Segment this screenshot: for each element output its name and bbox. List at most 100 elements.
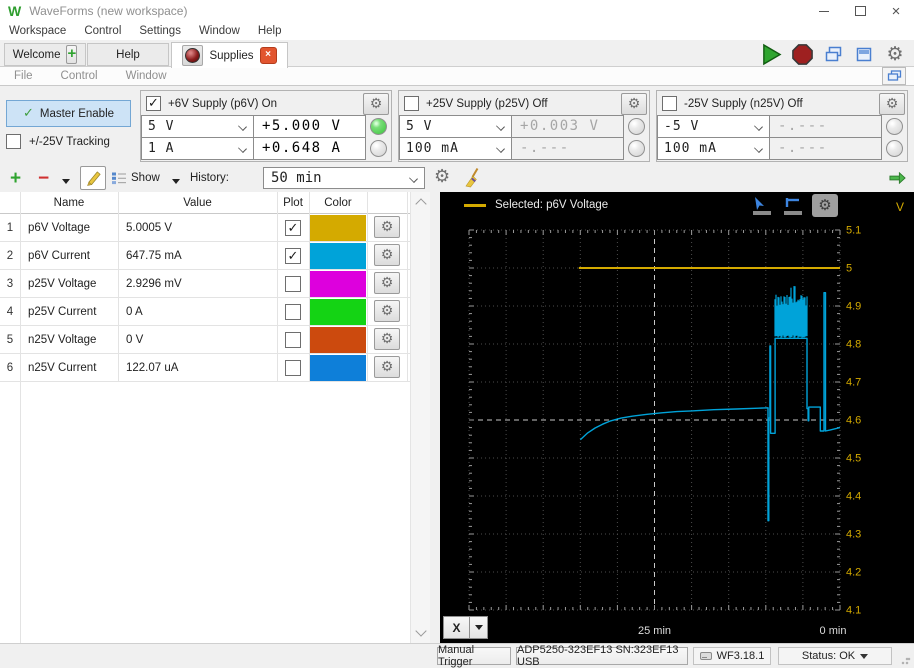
- hold-cursor-button[interactable]: [781, 195, 805, 217]
- instrument-menu-item-control[interactable]: Control: [47, 70, 112, 82]
- history-label: History:: [190, 172, 229, 184]
- channel-settings-button[interactable]: ⚙: [374, 216, 400, 238]
- channel-value: 2.9296 mV: [126, 270, 182, 298]
- tab-welcome[interactable]: Welcome +: [4, 43, 86, 66]
- tab-supplies[interactable]: Supplies ×: [171, 42, 288, 68]
- remove-channel-button[interactable]: −: [38, 168, 49, 190]
- chevron-down-icon: [754, 122, 763, 131]
- clear-history-button[interactable]: [463, 167, 484, 191]
- channel-color-swatch[interactable]: [310, 215, 366, 241]
- channel-color-swatch[interactable]: [310, 355, 366, 381]
- resize-grip[interactable]: [901, 655, 911, 665]
- supply-led-indicator: [628, 118, 645, 135]
- edit-button[interactable]: [80, 166, 106, 190]
- x-axis-button[interactable]: X: [443, 616, 470, 639]
- channel-settings-button[interactable]: ⚙: [374, 272, 400, 294]
- manual-trigger-button[interactable]: Manual Trigger: [437, 647, 511, 665]
- status-bar: Manual Trigger ADP5250-323EF13 SN:323EF1…: [0, 643, 914, 668]
- scroll-up-icon[interactable]: [415, 198, 426, 209]
- chevron-down-icon: [238, 122, 247, 131]
- version-panel: WF3.18.1: [693, 647, 771, 665]
- float-window-button[interactable]: [882, 67, 906, 85]
- supply-enable-checkbox[interactable]: [662, 96, 677, 111]
- stop-button[interactable]: [789, 43, 815, 66]
- remove-options-caret-icon[interactable]: [62, 179, 70, 184]
- plot-settings-button[interactable]: ⚙: [434, 168, 450, 186]
- row-index: 3: [0, 270, 20, 298]
- master-enable-button[interactable]: ✓ Master Enable: [6, 100, 131, 127]
- menu-item-help[interactable]: Help: [249, 25, 291, 37]
- supply-setting-select[interactable]: -5 V: [657, 115, 770, 138]
- supply-readout: -.---: [770, 137, 882, 160]
- x-axis-caret-button[interactable]: [469, 616, 488, 639]
- supply-setting-select[interactable]: 5 V: [141, 115, 254, 138]
- instrument-menu-item-window[interactable]: Window: [112, 70, 181, 82]
- status-dropdown[interactable]: Status: OK: [778, 647, 892, 665]
- cascade-windows-button[interactable]: [820, 43, 846, 66]
- menu-item-control[interactable]: Control: [75, 25, 130, 37]
- supply-setting-select[interactable]: 100 mA: [399, 137, 512, 160]
- maximize-button[interactable]: [842, 0, 878, 22]
- plot-checkbox[interactable]: ✓: [285, 248, 301, 264]
- channel-color-swatch[interactable]: [310, 271, 366, 297]
- tab-help[interactable]: Help: [87, 43, 169, 66]
- menu-item-settings[interactable]: Settings: [130, 25, 190, 37]
- history-select[interactable]: 50 min: [263, 167, 425, 189]
- add-instrument-button[interactable]: +: [66, 45, 77, 64]
- menu-item-window[interactable]: Window: [190, 25, 249, 37]
- channel-settings-button[interactable]: ⚙: [374, 356, 400, 378]
- channel-color-swatch[interactable]: [310, 327, 366, 353]
- show-button[interactable]: Show: [112, 167, 160, 189]
- channel-settings-button[interactable]: ⚙: [374, 328, 400, 350]
- plot-checkbox[interactable]: [285, 332, 301, 348]
- plot-checkbox[interactable]: [285, 360, 301, 376]
- pointer-mode-button[interactable]: [750, 195, 774, 217]
- tile-windows-button[interactable]: [851, 43, 877, 66]
- plot-checkbox[interactable]: ✓: [285, 220, 301, 236]
- channel-name: n25V Voltage: [28, 326, 96, 354]
- channel-color-swatch[interactable]: [310, 243, 366, 269]
- menu-item-workspace[interactable]: Workspace: [0, 25, 75, 37]
- supply-settings-button[interactable]: ⚙: [621, 93, 647, 115]
- tracking-label: +/-25V Tracking: [29, 136, 110, 148]
- table-row: 1p6V Voltage5.0005 V✓⚙: [0, 214, 410, 242]
- y-axis-tick-label: 4.8: [846, 339, 861, 351]
- run-button[interactable]: [758, 43, 784, 66]
- check-icon: ✓: [23, 106, 34, 121]
- tab-close-icon[interactable]: ×: [260, 47, 277, 64]
- plot-checkbox[interactable]: [285, 304, 301, 320]
- supply-settings-button[interactable]: ⚙: [879, 93, 905, 115]
- plot-options-button[interactable]: ⚙: [812, 194, 838, 217]
- tracking-checkbox[interactable]: [6, 134, 21, 149]
- table-scrollbar[interactable]: [410, 192, 430, 643]
- panel-splitter[interactable]: [430, 192, 440, 643]
- minimize-button[interactable]: [806, 0, 842, 22]
- chevron-down-icon: [496, 144, 505, 153]
- cascade-windows-icon: [824, 46, 843, 63]
- supply-setting-select[interactable]: 100 mA: [657, 137, 770, 160]
- plot-checkbox[interactable]: [285, 276, 301, 292]
- supply-readout: +0.648 A: [254, 137, 366, 160]
- history-plot[interactable]: 5.154.94.84.74.64.54.44.34.24.1: [440, 192, 914, 643]
- add-channel-button[interactable]: +: [10, 168, 21, 190]
- pencil-icon: [85, 170, 102, 187]
- x-axis-selector[interactable]: X: [443, 616, 488, 639]
- device-button[interactable]: ADP5250-323EF13 SN:323EF13 USB: [516, 647, 688, 665]
- scroll-down-icon[interactable]: [415, 625, 426, 636]
- channel-color-swatch[interactable]: [310, 299, 366, 325]
- waveforms-logo-icon: W: [8, 4, 21, 18]
- channel-settings-button[interactable]: ⚙: [374, 300, 400, 322]
- supply-enable-checkbox[interactable]: ✓: [146, 96, 161, 111]
- supply-setting-select[interactable]: 5 V: [399, 115, 512, 138]
- supply-enable-checkbox[interactable]: [404, 96, 419, 111]
- close-button[interactable]: ×: [878, 0, 914, 22]
- show-options-caret-icon[interactable]: [172, 179, 180, 184]
- export-button[interactable]: [889, 172, 906, 187]
- waveforms-window: { "window": { "title": "WaveForms (new w…: [0, 0, 914, 668]
- supply-settings-button[interactable]: ⚙: [363, 93, 389, 115]
- channel-settings-button[interactable]: ⚙: [374, 244, 400, 266]
- options-button[interactable]: ⚙: [882, 43, 908, 66]
- instrument-menu-item-file[interactable]: File: [0, 70, 47, 82]
- supply-setting-select[interactable]: 1 A: [141, 137, 254, 160]
- version-label: WF3.18.1: [717, 650, 765, 662]
